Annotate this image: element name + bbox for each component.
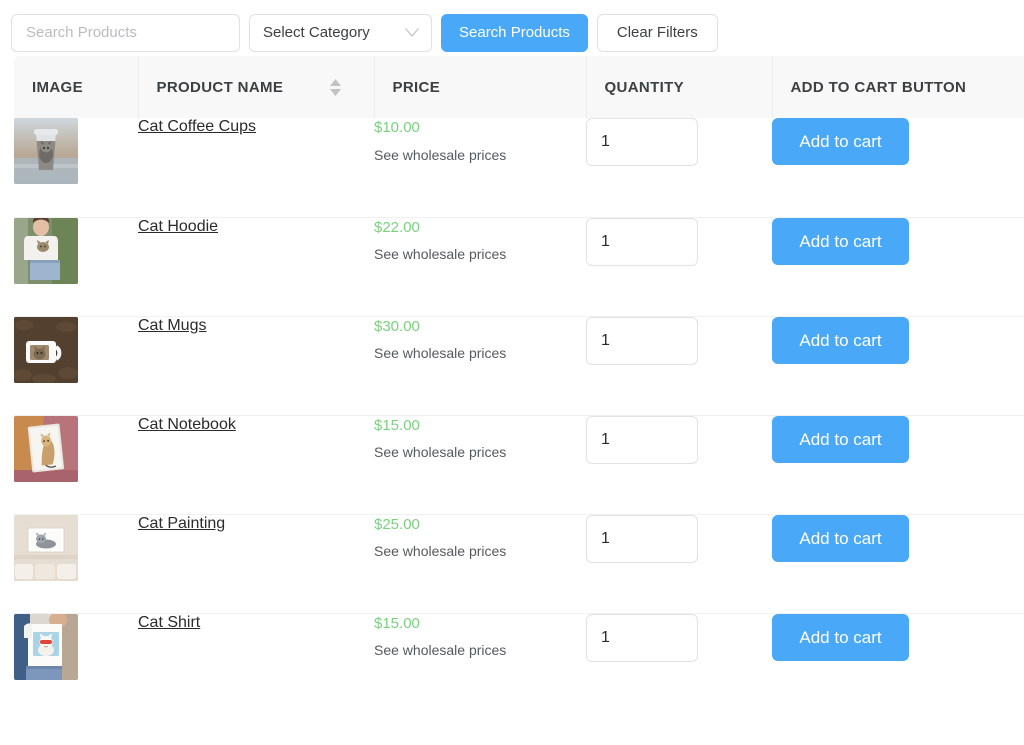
cell-image — [14, 118, 138, 218]
wholesale-prices-text: See wholesale prices — [374, 642, 507, 658]
table-header-row: IMAGE PRODUCT NAME PRICE QUANTITY ADD TO… — [14, 56, 1024, 118]
product-thumbnail-image[interactable] — [14, 118, 78, 184]
product-price: $15.00 — [374, 416, 420, 434]
product-thumbnail-image[interactable] — [14, 514, 78, 581]
quantity-input[interactable] — [586, 613, 698, 662]
cell-add-to-cart: Add to cart — [772, 415, 1024, 515]
quantity-input[interactable] — [586, 118, 698, 166]
cell-product-name: Cat Painting — [138, 514, 374, 614]
product-name-link[interactable]: Cat Hoodie — [138, 218, 218, 235]
cell-product-name: Cat Coffee Cups — [138, 118, 374, 218]
cell-product-name: Cat Mugs — [138, 316, 374, 416]
cell-price: $30.00 See wholesale prices — [374, 316, 586, 416]
product-price: $30.00 — [374, 317, 420, 335]
cell-quantity — [586, 613, 772, 712]
quantity-input[interactable] — [586, 514, 698, 563]
cell-add-to-cart: Add to cart — [772, 217, 1024, 317]
wholesale-prices-text: See wholesale prices — [374, 345, 507, 361]
cell-price: $15.00 See wholesale prices — [374, 613, 586, 712]
filter-toolbar: Select Category Search Products Clear Fi… — [0, 0, 1024, 56]
cell-add-to-cart: Add to cart — [772, 316, 1024, 416]
wholesale-prices-text: See wholesale prices — [374, 146, 507, 163]
product-name-link[interactable]: Cat Notebook — [138, 416, 236, 433]
add-to-cart-button[interactable]: Add to cart — [772, 514, 909, 562]
column-header-quantity: QUANTITY — [585, 56, 772, 118]
sort-arrows-icon[interactable] — [329, 78, 342, 97]
cell-image — [14, 415, 138, 515]
quantity-input[interactable] — [586, 217, 698, 266]
product-price: $15.00 — [374, 614, 420, 632]
cell-add-to-cart: Add to cart — [772, 118, 1024, 218]
cell-add-to-cart: Add to cart — [772, 613, 1024, 712]
column-header-image-label: IMAGE — [32, 78, 83, 96]
quantity-input[interactable] — [586, 415, 698, 464]
table-header: IMAGE PRODUCT NAME PRICE QUANTITY ADD TO… — [14, 56, 1024, 118]
product-price: $25.00 — [374, 515, 420, 533]
column-header-product-name-label: PRODUCT NAME — [156, 78, 284, 96]
column-header-price-label: PRICE — [392, 78, 441, 96]
table-row: Cat Painting $25.00 See wholesale prices… — [14, 514, 1024, 614]
table-row: Cat Mugs $30.00 See wholesale prices Add… — [14, 316, 1024, 416]
cell-image — [14, 613, 138, 712]
table-row: Cat Shirt $15.00 See wholesale prices Ad… — [14, 613, 1024, 712]
product-thumbnail-image[interactable] — [14, 415, 78, 482]
cell-price: $22.00 See wholesale prices — [374, 217, 586, 317]
add-to-cart-button[interactable]: Add to cart — [772, 415, 909, 463]
cell-product-name: Cat Notebook — [138, 415, 374, 515]
product-table: IMAGE PRODUCT NAME PRICE QUANTITY ADD TO… — [14, 56, 1024, 712]
cell-quantity — [586, 316, 772, 416]
cell-product-name: Cat Shirt — [138, 613, 374, 712]
category-select[interactable]: Select Category — [249, 13, 432, 52]
cell-image — [14, 316, 138, 416]
add-to-cart-button[interactable]: Add to cart — [772, 316, 909, 364]
column-header-quantity-label: QUANTITY — [604, 78, 684, 96]
column-header-add-to-cart: ADD TO CART BUTTON — [771, 56, 1024, 118]
cell-image — [14, 217, 138, 317]
cell-quantity — [586, 514, 772, 614]
cell-price: $25.00 See wholesale prices — [374, 514, 586, 614]
search-input[interactable] — [11, 13, 240, 52]
cell-quantity — [586, 415, 772, 515]
table-row: Cat Hoodie $22.00 See wholesale prices A… — [14, 217, 1024, 317]
add-to-cart-button[interactable]: Add to cart — [772, 613, 909, 661]
product-name-link[interactable]: Cat Mugs — [138, 317, 206, 334]
table-row: Cat Coffee Cups $10.00 See wholesale pri… — [14, 118, 1024, 218]
product-thumbnail-image[interactable] — [14, 316, 78, 383]
add-to-cart-button[interactable]: Add to cart — [772, 118, 909, 165]
clear-filters-button[interactable]: Clear Filters — [596, 13, 718, 52]
product-thumbnail-image[interactable] — [14, 613, 78, 680]
quantity-input[interactable] — [586, 316, 698, 365]
cell-price: $10.00 See wholesale prices — [374, 118, 586, 218]
column-header-price: PRICE — [373, 56, 586, 118]
cell-add-to-cart: Add to cart — [772, 514, 1024, 614]
cell-product-name: Cat Hoodie — [138, 217, 374, 317]
column-header-product-name[interactable]: PRODUCT NAME — [137, 56, 374, 118]
cell-image — [14, 514, 138, 614]
table-row: Cat Notebook $15.00 See wholesale prices… — [14, 415, 1024, 515]
column-header-add-to-cart-label: ADD TO CART BUTTON — [790, 78, 967, 96]
product-price: $10.00 — [374, 119, 420, 136]
column-header-image: IMAGE — [14, 56, 138, 118]
category-select-wrapper: Select Category — [249, 13, 432, 52]
table-body: Cat Coffee Cups $10.00 See wholesale pri… — [14, 118, 1024, 712]
wholesale-prices-text: See wholesale prices — [374, 543, 507, 559]
cell-quantity — [586, 118, 772, 218]
product-table-container: IMAGE PRODUCT NAME PRICE QUANTITY ADD TO… — [0, 56, 1024, 712]
wholesale-prices-text: See wholesale prices — [374, 246, 507, 262]
add-to-cart-button[interactable]: Add to cart — [772, 217, 909, 265]
cell-quantity — [586, 217, 772, 317]
product-name-link[interactable]: Cat Shirt — [138, 614, 200, 631]
wholesale-prices-text: See wholesale prices — [374, 444, 507, 460]
product-name-link[interactable]: Cat Painting — [138, 515, 225, 532]
product-name-link[interactable]: Cat Coffee Cups — [138, 118, 256, 135]
search-products-button[interactable]: Search Products — [441, 13, 588, 52]
product-thumbnail-image[interactable] — [14, 217, 78, 284]
cell-price: $15.00 See wholesale prices — [374, 415, 586, 515]
product-price: $22.00 — [374, 218, 420, 236]
